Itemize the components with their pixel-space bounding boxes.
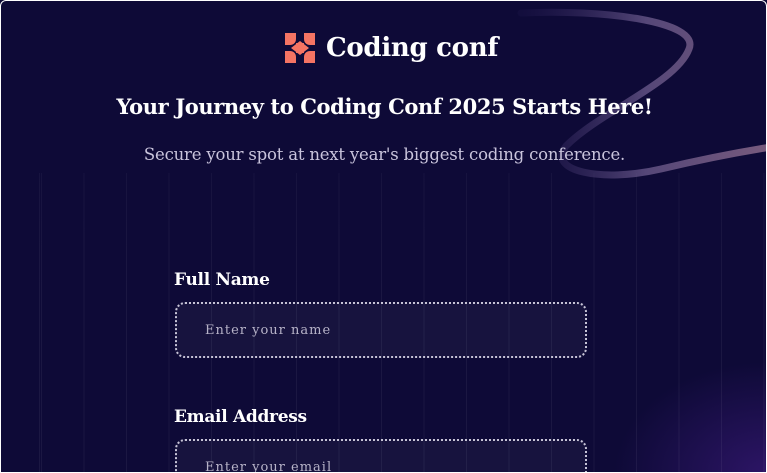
email-address-label: Email Address (174, 407, 307, 427)
page-subtext: Secure your spot at next year's biggest … (143, 145, 626, 164)
full-name-input[interactable] (175, 302, 587, 358)
page-headline: Your Journey to Coding Conf 2025 Starts … (116, 94, 653, 119)
brand-logo-link[interactable]: Coding conf (283, 31, 498, 65)
email-address-input[interactable] (175, 439, 587, 472)
page-frame: Coding conf Your Journey to Coding Conf … (0, 0, 767, 473)
brand-name: Coding conf (326, 33, 499, 63)
coding-conf-logo-icon (285, 33, 315, 63)
full-name-label: Full Name (174, 270, 270, 290)
